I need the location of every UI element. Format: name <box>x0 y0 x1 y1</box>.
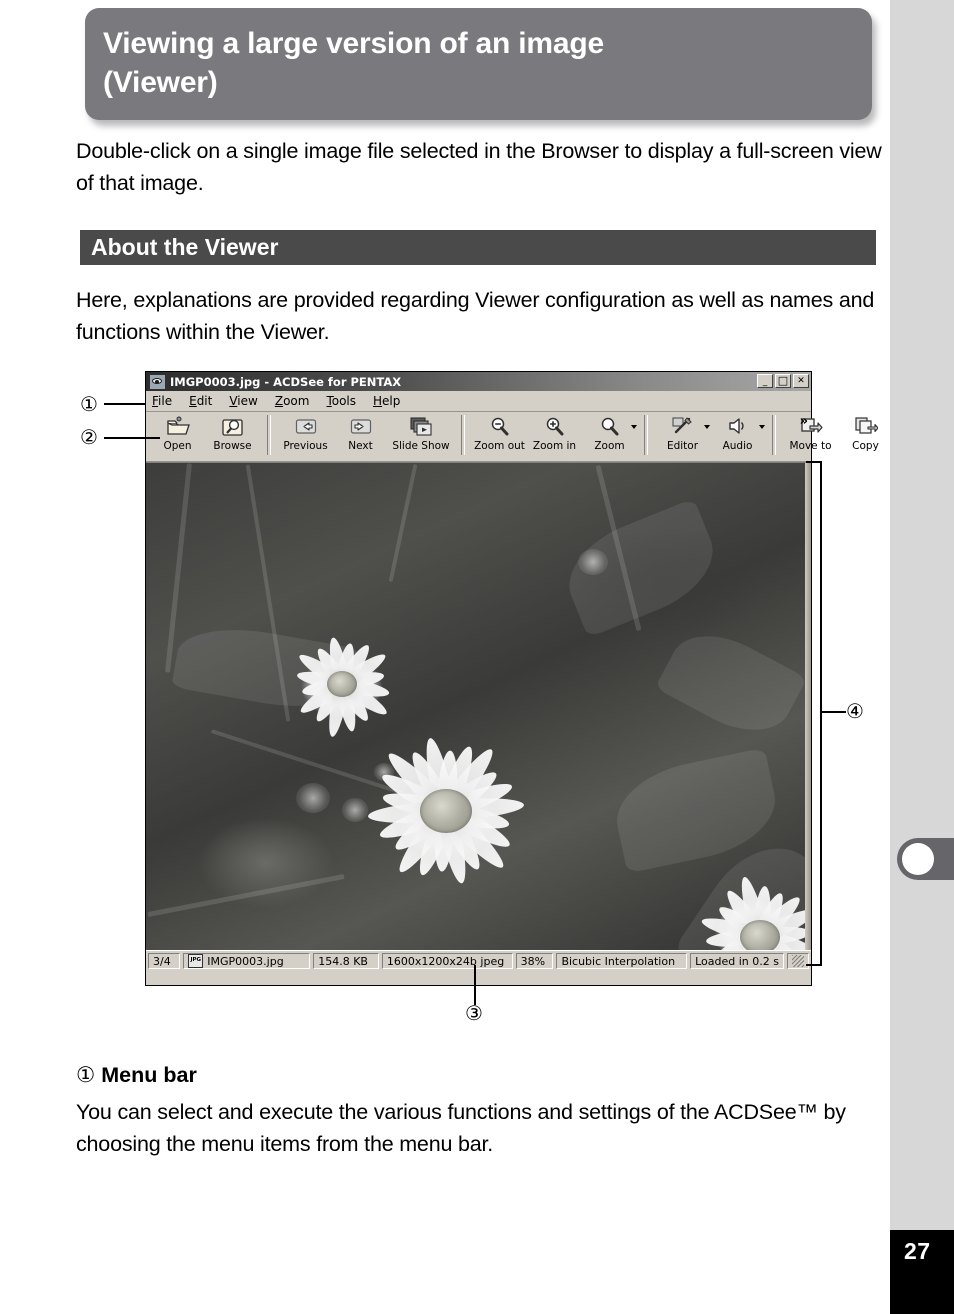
toolbar-button-label: Next <box>348 440 373 452</box>
acdsee-eye-icon <box>149 373 166 390</box>
banner-title-line2: (Viewer) <box>103 66 218 99</box>
menu-item-view[interactable]: View <box>229 394 257 408</box>
toolbar-separator <box>267 415 271 455</box>
toolbar-button-label: Move to <box>789 440 832 452</box>
toolbar-button-label: Previous <box>283 440 328 452</box>
status-bar: 3/4 JPG IMGP0003.jpg 154.8 KB 1600x1200x… <box>146 950 811 971</box>
section-heading: About the Viewer <box>80 230 876 265</box>
slide-show-icon <box>388 415 454 439</box>
chapter-banner: Viewing a large version of an image (Vie… <box>85 8 872 120</box>
toolbar-separator <box>772 415 776 455</box>
menu-item-help[interactable]: Help <box>373 394 400 408</box>
banner-title-line1: Viewing a large version of an image <box>103 27 604 60</box>
definition-number: ① <box>76 1063 96 1088</box>
callout-3-leader <box>474 965 476 1005</box>
window-controls: _ □ ✕ <box>757 374 809 388</box>
close-icon: ✕ <box>797 376 805 386</box>
toolbar-button-label: Zoom out <box>474 440 525 452</box>
callout-1-leader <box>104 403 145 405</box>
callout-4-leader <box>820 711 846 713</box>
chapter-index-dot <box>902 843 934 875</box>
close-button[interactable]: ✕ <box>793 374 809 388</box>
toolbar-button-browse[interactable]: Browse <box>205 415 260 452</box>
toolbar-button-audio[interactable]: Audio <box>710 415 765 452</box>
section-description: Here, explanations are provided regardin… <box>76 288 875 344</box>
callout-1: ① <box>80 392 98 416</box>
toolbar-button-slide-show[interactable]: Slide Show <box>388 415 454 452</box>
editor-wand-icon <box>655 415 710 439</box>
toolbar-button-open[interactable]: Open <box>150 415 205 452</box>
toolbar-overflow-button[interactable]: » <box>800 414 808 429</box>
maximize-icon: □ <box>777 373 789 387</box>
callout-2: ② <box>80 425 98 449</box>
page-number: 27 <box>890 1230 954 1314</box>
browse-magnifier-icon <box>205 415 260 439</box>
window-titlebar: IMGP0003.jpg - ACDSee for PENTAX _ □ ✕ <box>146 372 811 391</box>
callout-3: ③ <box>465 1001 483 1025</box>
acdsee-viewer-window: IMGP0003.jpg - ACDSee for PENTAX _ □ ✕ F… <box>145 371 879 986</box>
toolbar-button-zoom[interactable]: Zoom <box>582 415 637 452</box>
toolbar-button-label: Zoom <box>594 440 625 452</box>
viewport-right-edge <box>805 463 811 950</box>
window-title: IMGP0003.jpg - ACDSee for PENTAX <box>170 374 402 389</box>
toolbar-button-label: Open <box>163 440 192 452</box>
status-zoom: 38% <box>515 953 554 969</box>
toolbar-button-editor[interactable]: Editor <box>655 415 710 452</box>
arrow-left-icon <box>278 415 333 439</box>
toolbar-separator <box>461 415 465 455</box>
toolbar-button-label: Browse <box>213 440 252 452</box>
status-filesize: 154.8 KB <box>313 953 379 969</box>
menu-item-zoom[interactable]: Zoom <box>275 394 310 408</box>
status-load-time: Loaded in 0.2 s <box>690 953 784 969</box>
callout-4: ④ <box>846 699 864 723</box>
photo-image <box>146 463 811 950</box>
menu-item-file[interactable]: File <box>152 394 172 408</box>
open-folder-icon <box>150 415 205 439</box>
menu-item-tools[interactable]: Tools <box>326 394 356 408</box>
move-to-icon <box>783 415 838 439</box>
chevron-down-icon[interactable] <box>631 425 637 429</box>
toolbar-button-label: Zoom in <box>532 440 577 452</box>
definition-title: Menu bar <box>101 1063 197 1087</box>
sidebar-band <box>890 0 954 1314</box>
zoom-icon <box>582 415 637 439</box>
chevron-down-icon[interactable] <box>759 425 765 429</box>
toolbar-button-label: Audio <box>722 440 753 452</box>
arrow-right-icon <box>333 415 388 439</box>
definition-heading: ① Menu bar <box>76 1063 197 1088</box>
chapter-index-tab[interactable] <box>897 838 954 880</box>
jpg-file-icon: JPG <box>188 954 204 968</box>
menu-bar: File Edit View Zoom Tools Help <box>146 391 811 412</box>
toolbar-button-previous[interactable]: Previous <box>278 415 333 452</box>
zoom-in-icon <box>527 415 582 439</box>
status-index: 3/4 <box>148 953 181 969</box>
status-filename: JPG IMGP0003.jpg <box>183 953 311 969</box>
image-viewport[interactable] <box>146 462 811 950</box>
zoom-out-icon <box>472 415 527 439</box>
maximize-button[interactable]: □ <box>775 374 791 388</box>
toolbar-button-copy[interactable]: Copy <box>838 415 893 452</box>
toolbar: Open Browse Previous Next Slide Show Zoom out… <box>146 412 879 462</box>
minimize-button[interactable]: _ <box>757 374 773 388</box>
status-interpolation: Bicubic Interpolation <box>556 953 688 969</box>
toolbar-button-label: Editor <box>666 440 699 452</box>
toolbar-separator <box>644 415 648 455</box>
copy-icon <box>838 415 893 439</box>
minimize-icon: _ <box>762 377 768 387</box>
menu-item-edit[interactable]: Edit <box>189 394 212 408</box>
status-dimensions: 1600x1200x24b jpeg <box>381 953 513 969</box>
resize-grip-icon[interactable] <box>792 955 804 967</box>
callout-2-leader <box>104 437 160 439</box>
status-filename-text: IMGP0003.jpg <box>207 954 284 968</box>
toolbar-button-move-to[interactable]: Move to <box>783 415 838 452</box>
toolbar-button-label: Slide Show <box>392 440 450 452</box>
toolbar-button-zoom-out[interactable]: Zoom out <box>472 415 527 452</box>
toolbar-button-label: Copy <box>852 440 879 452</box>
toolbar-button-next[interactable]: Next <box>333 415 388 452</box>
toolbar-button-zoom-in[interactable]: Zoom in <box>527 415 582 452</box>
definition-body: You can select and execute the various f… <box>76 1100 846 1156</box>
intro-paragraph: Double-click on a single image file sele… <box>76 139 882 195</box>
audio-speaker-icon <box>710 415 765 439</box>
